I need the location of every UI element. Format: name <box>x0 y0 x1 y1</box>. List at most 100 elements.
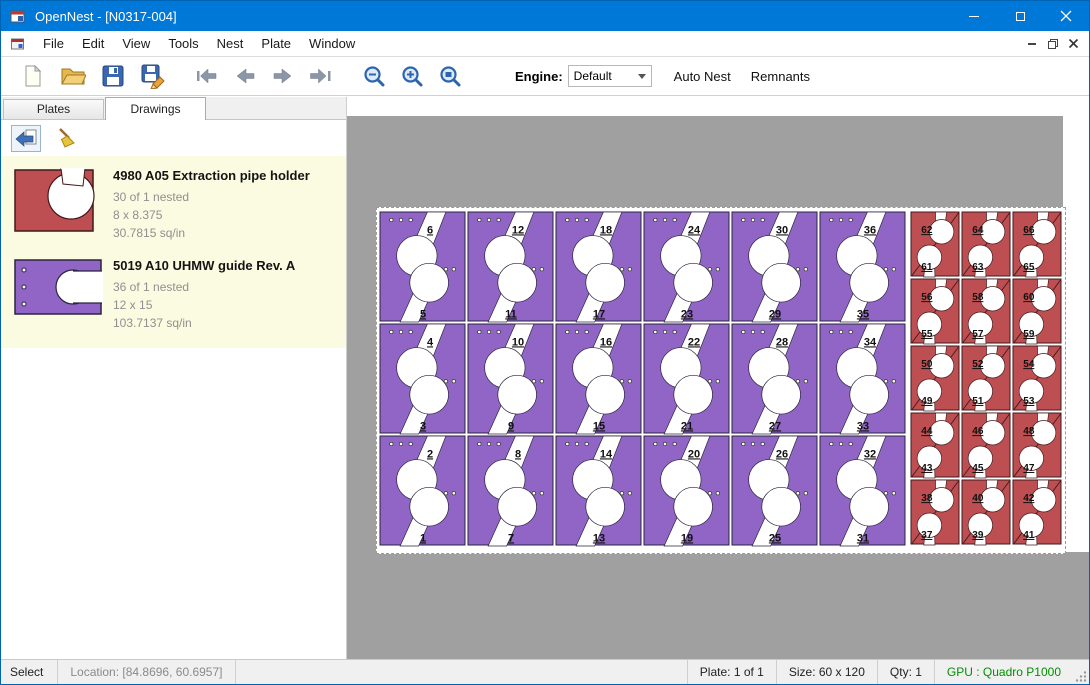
minimize-icon <box>969 16 979 17</box>
drawing-area: 30.7815 sq/in <box>113 224 310 242</box>
nested-part-pair-purple[interactable]: 87 <box>468 436 553 546</box>
zoom-in-icon <box>400 64 424 88</box>
save-as-button[interactable] <box>133 60 173 92</box>
part-number: 24 <box>688 224 701 236</box>
drawing-item-5019[interactable]: 5019 A10 UHMW guide Rev. A 36 of 1 neste… <box>1 250 346 340</box>
part-number: 29 <box>769 308 781 320</box>
zoom-fit-button[interactable] <box>431 60 469 92</box>
nested-part-pair-purple[interactable]: 2827 <box>732 324 817 434</box>
nest-plate[interactable]: 6512111817242330293635431091615222128273… <box>376 207 1066 554</box>
engine-label: Engine: <box>515 69 563 84</box>
go-last-button[interactable] <box>302 60 340 92</box>
nested-part-pair-red[interactable]: 6261 <box>911 212 959 277</box>
nested-part-pair-red[interactable]: 52 51 <box>962 346 1010 411</box>
go-next-button[interactable] <box>264 60 302 92</box>
import-drawing-icon <box>14 126 38 150</box>
nested-part-pair-purple[interactable]: 21 <box>380 436 465 546</box>
part-number: 2 <box>427 448 433 460</box>
engine-select[interactable]: Default <box>568 65 652 87</box>
part-number: 21 <box>681 420 693 432</box>
part-number: 56 <box>921 292 933 303</box>
nested-part-pair-red[interactable]: 6463 <box>962 212 1010 277</box>
nested-part-pair-red[interactable]: 4847 <box>1013 413 1061 478</box>
nested-part-pair-red[interactable]: 5655 <box>911 279 959 344</box>
go-previous-icon <box>233 64 257 88</box>
nested-part-pair-purple[interactable]: 2221 <box>644 324 729 434</box>
part-number: 11 <box>505 308 517 320</box>
part-number: 16 <box>600 336 612 348</box>
child-restore-button[interactable] <box>1042 35 1063 53</box>
go-first-icon <box>195 64 219 88</box>
part-number: 47 <box>1023 463 1035 474</box>
nested-part-pair-purple[interactable]: 3635 <box>820 212 905 322</box>
nested-part-pair-purple[interactable]: 1817 <box>556 212 641 322</box>
part-number: 10 <box>512 336 524 348</box>
nested-part-pair-red[interactable]: 5857 <box>962 279 1010 344</box>
nest-canvas[interactable]: 6512111817242330293635431091615222128273… <box>347 97 1089 659</box>
part-number: 51 <box>972 396 984 407</box>
nested-part-pair-purple[interactable]: 1211 <box>468 212 553 322</box>
close-button[interactable] <box>1043 1 1089 31</box>
nested-part-pair-red[interactable]: 4241 <box>1013 480 1061 545</box>
title-bar: OpenNest - [N0317-004] <box>1 1 1089 31</box>
plate-size: Size: 60 x 120 <box>776 660 877 684</box>
zoom-in-button[interactable] <box>393 60 431 92</box>
import-drawing-button[interactable] <box>11 125 41 152</box>
part-number: 33 <box>857 420 869 432</box>
nested-part-pair-red[interactable]: 5049 <box>911 346 959 411</box>
clean-button[interactable] <box>51 125 81 152</box>
menu-view[interactable]: View <box>113 32 159 55</box>
nested-part-pair-purple[interactable]: 1615 <box>556 324 641 434</box>
minimize-button[interactable] <box>951 1 997 31</box>
menu-edit[interactable]: Edit <box>73 32 113 55</box>
resize-grip-icon[interactable] <box>1073 660 1089 684</box>
nested-part-pair-red[interactable]: 6059 <box>1013 279 1061 344</box>
maximize-button[interactable] <box>997 1 1043 31</box>
part-number: 52 <box>972 359 984 370</box>
nested-part-pair-red[interactable]: 4645 <box>962 413 1010 478</box>
nested-part-pair-purple[interactable]: 2019 <box>644 436 729 546</box>
save-button[interactable] <box>93 60 133 92</box>
nested-part-pair-red[interactable]: 6665 <box>1013 212 1061 277</box>
nested-part-pair-red[interactable]: 4443 <box>911 413 959 478</box>
save-as-icon <box>140 63 166 89</box>
part-number: 65 <box>1023 262 1035 273</box>
go-previous-button[interactable] <box>226 60 264 92</box>
drawing-item-4980[interactable]: 4980 A05 Extraction pipe holder 30 of 1 … <box>1 160 346 250</box>
zoom-out-button[interactable] <box>355 60 393 92</box>
nested-part-pair-red[interactable]: 5453 <box>1013 346 1061 411</box>
new-document-button[interactable] <box>13 60 53 92</box>
part-number: 36 <box>864 224 876 236</box>
nested-part-pair-red[interactable]: 3837 <box>911 480 959 545</box>
menu-nest[interactable]: Nest <box>208 32 253 55</box>
menu-file[interactable]: File <box>34 32 73 55</box>
open-file-button[interactable] <box>53 60 93 92</box>
remnants-button[interactable]: Remnants <box>745 65 816 88</box>
nested-part-pair-purple[interactable]: 3231 <box>820 436 905 546</box>
nested-part-pair-purple[interactable]: 3433 <box>820 324 905 434</box>
nested-part-pair-red[interactable]: 4039 <box>962 480 1010 545</box>
part-number: 44 <box>921 426 933 437</box>
menu-tools[interactable]: Tools <box>159 32 207 55</box>
menu-window[interactable]: Window <box>300 32 364 55</box>
nested-part-pair-purple[interactable]: 1413 <box>556 436 641 546</box>
app-icon <box>9 7 27 25</box>
nested-part-pair-purple[interactable]: 3029 <box>732 212 817 322</box>
document-system-icon[interactable] <box>10 36 26 52</box>
nested-part-pair-purple[interactable]: 65 <box>380 212 465 322</box>
nested-part-pair-purple[interactable]: 109 <box>468 324 553 434</box>
drawing-nested-count: 36 of 1 nested <box>113 278 295 296</box>
tab-drawings[interactable]: Drawings <box>105 97 206 120</box>
go-first-button[interactable] <box>188 60 226 92</box>
child-close-button[interactable] <box>1063 35 1084 53</box>
child-minimize-button[interactable] <box>1021 35 1042 53</box>
part-number: 26 <box>776 448 788 460</box>
nested-part-pair-purple[interactable]: 2423 <box>644 212 729 322</box>
nested-part-pair-purple[interactable]: 2625 <box>732 436 817 546</box>
menu-plate[interactable]: Plate <box>252 32 300 55</box>
part-number: 15 <box>593 420 605 432</box>
part-number: 1 <box>420 532 426 544</box>
nested-part-pair-purple[interactable]: 43 <box>380 324 465 434</box>
auto-nest-button[interactable]: Auto Nest <box>668 65 737 88</box>
tab-plates[interactable]: Plates <box>3 99 104 119</box>
